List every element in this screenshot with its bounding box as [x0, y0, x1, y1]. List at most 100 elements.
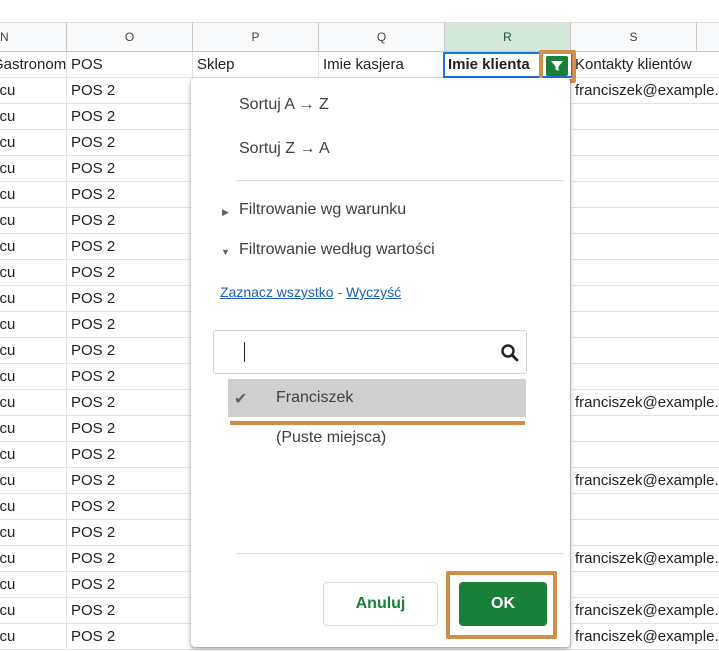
table-header-row: Gastronomia POS Sklep Imie kasjera Imie … — [0, 52, 719, 78]
cell-n[interactable]: scu — [0, 572, 67, 598]
cell-o[interactable]: POS 2 — [67, 442, 193, 468]
cell-o[interactable]: POS 2 — [67, 78, 193, 104]
cell-o[interactable]: POS 2 — [67, 312, 193, 338]
cell-o[interactable]: POS 2 — [67, 624, 193, 650]
cell-o[interactable]: POS 2 — [67, 182, 193, 208]
cell-n[interactable]: scu — [0, 286, 67, 312]
cell-o[interactable]: POS 2 — [67, 468, 193, 494]
cell-header-n[interactable]: Gastronomia — [0, 52, 67, 78]
highlight-ok-button — [446, 571, 557, 639]
values-search-input[interactable] — [213, 330, 527, 374]
value-option-label: Franciszek — [276, 389, 354, 406]
cell-n[interactable]: scu — [0, 364, 67, 390]
cancel-button[interactable]: Anuluj — [323, 582, 438, 626]
column-header-p[interactable]: P — [193, 22, 319, 52]
cell-s[interactable] — [571, 130, 719, 156]
cell-header-o[interactable]: POS — [67, 52, 193, 78]
cell-s[interactable]: franciszek@example.com — [571, 390, 719, 416]
triangle-down-icon: ▼ — [221, 247, 230, 257]
cell-o[interactable]: POS 2 — [67, 494, 193, 520]
cell-s[interactable]: franciszek@example.com — [571, 78, 719, 104]
column-header-s[interactable]: S — [571, 22, 697, 52]
checkmark-icon: ✔ — [234, 391, 248, 408]
cell-o[interactable]: POS 2 — [67, 390, 193, 416]
cell-o[interactable]: POS 2 — [67, 234, 193, 260]
cell-n[interactable]: scu — [0, 624, 67, 650]
column-header-t[interactable] — [697, 22, 719, 52]
cell-o[interactable]: POS 2 — [67, 598, 193, 624]
cell-s[interactable] — [571, 286, 719, 312]
cell-s[interactable]: franciszek@example.com — [571, 624, 719, 650]
cell-s[interactable] — [571, 338, 719, 364]
cell-o[interactable]: POS 2 — [67, 338, 193, 364]
menu-divider — [236, 180, 564, 181]
cell-s[interactable] — [571, 104, 719, 130]
cell-o[interactable]: POS 2 — [67, 130, 193, 156]
clear-link[interactable]: Wyczyść — [346, 284, 401, 300]
cell-header-p[interactable]: Sklep — [193, 52, 319, 78]
cell-n[interactable]: scu — [0, 468, 67, 494]
select-all-link[interactable]: Zaznacz wszystko — [220, 284, 334, 300]
column-header-r[interactable]: R — [445, 22, 571, 52]
cell-s[interactable] — [571, 234, 719, 260]
cell-n[interactable]: scu — [0, 338, 67, 364]
cell-o[interactable]: POS 2 — [67, 416, 193, 442]
cell-s[interactable] — [571, 208, 719, 234]
cell-n[interactable]: scu — [0, 494, 67, 520]
cell-s[interactable]: franciszek@example.com — [571, 468, 719, 494]
cell-n[interactable]: scu — [0, 546, 67, 572]
cell-n[interactable]: scu — [0, 312, 67, 338]
cell-o[interactable]: POS 2 — [67, 572, 193, 598]
cell-s[interactable]: franciszek@example.com — [571, 546, 719, 572]
cell-header-q[interactable]: Imie kasjera — [319, 52, 445, 78]
magnifier-icon[interactable] — [500, 343, 520, 363]
cell-n[interactable]: scu — [0, 416, 67, 442]
cell-n[interactable]: scu — [0, 260, 67, 286]
cell-s[interactable] — [571, 572, 719, 598]
sort-a-z-item[interactable]: Sortuj A → Z — [239, 96, 329, 114]
cell-o[interactable]: POS 2 — [67, 208, 193, 234]
cell-s[interactable] — [571, 260, 719, 286]
cell-s[interactable] — [571, 364, 719, 390]
cell-s[interactable] — [571, 494, 719, 520]
menu-divider-bottom — [236, 553, 564, 554]
cell-s[interactable]: franciszek@example.com — [571, 598, 719, 624]
value-option-label: (Puste miejsca) — [276, 429, 387, 446]
cell-o[interactable]: POS 2 — [67, 286, 193, 312]
cell-n[interactable]: scu — [0, 182, 67, 208]
cell-n[interactable]: scu — [0, 442, 67, 468]
value-option-franciszek[interactable]: ✔ Franciszek — [228, 379, 526, 417]
cell-o[interactable]: POS 2 — [67, 104, 193, 130]
cell-n[interactable]: scu — [0, 234, 67, 260]
cell-n[interactable]: scu — [0, 598, 67, 624]
cell-s[interactable] — [571, 442, 719, 468]
toolbar-gap — [0, 0, 719, 22]
cell-o[interactable]: POS 2 — [67, 260, 193, 286]
cell-n[interactable]: scu — [0, 156, 67, 182]
cell-o[interactable]: POS 2 — [67, 546, 193, 572]
cell-n[interactable]: scu — [0, 104, 67, 130]
cell-s[interactable] — [571, 182, 719, 208]
cell-s[interactable] — [571, 312, 719, 338]
column-header-o[interactable]: O — [67, 22, 193, 52]
cell-n[interactable]: scu — [0, 78, 67, 104]
cell-header-s[interactable]: Kontakty klientów — [571, 52, 719, 78]
highlight-underline — [230, 421, 525, 425]
cell-o[interactable]: POS 2 — [67, 156, 193, 182]
cell-o[interactable]: POS 2 — [67, 520, 193, 546]
cell-n[interactable]: scu — [0, 130, 67, 156]
column-header-q[interactable]: Q — [319, 22, 445, 52]
cell-s[interactable] — [571, 156, 719, 182]
sort-z-a-item[interactable]: Sortuj Z → A — [239, 140, 330, 158]
cell-n[interactable]: scu — [0, 208, 67, 234]
filter-by-values-item[interactable]: Filtrowanie według wartości — [239, 241, 435, 259]
filter-by-condition-item[interactable]: Filtrowanie wg warunku — [239, 201, 406, 219]
select-links: Zaznacz wszystko - Wyczyść — [220, 284, 401, 300]
cell-n[interactable]: scu — [0, 390, 67, 416]
column-header-n[interactable]: N — [0, 22, 67, 52]
cell-n[interactable]: scu — [0, 520, 67, 546]
value-option-blanks[interactable]: (Puste miejsca) — [228, 427, 526, 465]
cell-o[interactable]: POS 2 — [67, 364, 193, 390]
cell-s[interactable] — [571, 416, 719, 442]
cell-s[interactable] — [571, 520, 719, 546]
